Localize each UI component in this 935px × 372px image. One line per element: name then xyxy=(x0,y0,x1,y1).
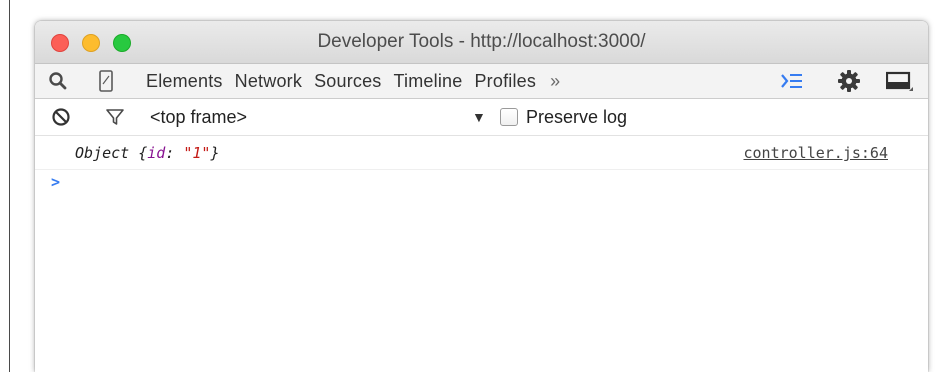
devtools-window: Developer Tools - http://localhost:3000/… xyxy=(35,21,928,372)
object-prefix: Object { xyxy=(75,144,148,162)
console-panel: Object {id: "1"} controller.js:64 > xyxy=(35,136,928,200)
execution-context-select[interactable]: <top frame> xyxy=(150,107,247,128)
clear-console-icon[interactable] xyxy=(51,99,71,135)
more-tabs-button[interactable]: » xyxy=(542,71,560,92)
console-message-row: Object {id: "1"} controller.js:64 xyxy=(35,136,928,170)
tab-timeline[interactable]: Timeline xyxy=(388,71,469,92)
object-suffix: } xyxy=(210,144,220,162)
main-toolbar: Elements Network Sources Timeline Profil… xyxy=(35,64,928,99)
filter-icon[interactable] xyxy=(105,99,125,135)
tab-elements[interactable]: Elements xyxy=(140,71,229,92)
console-toolbar: <top frame> ▼ Preserve log xyxy=(35,99,928,136)
console-input[interactable] xyxy=(75,172,859,196)
screenshot-canvas: Developer Tools - http://localhost:3000/… xyxy=(0,0,935,372)
tab-network[interactable]: Network xyxy=(229,71,308,92)
console-drawer-icon[interactable] xyxy=(779,64,805,98)
settings-gear-icon[interactable] xyxy=(835,64,863,98)
preserve-log-checkbox[interactable] xyxy=(500,108,518,126)
source-link[interactable]: controller.js:64 xyxy=(744,144,889,162)
device-mode-icon[interactable] xyxy=(95,64,117,98)
chevron-down-icon[interactable]: ▼ xyxy=(472,109,486,125)
console-message[interactable]: Object {id: "1"} xyxy=(75,144,220,162)
prompt-chevron-icon: > xyxy=(51,173,61,191)
preserve-log-label[interactable]: Preserve log xyxy=(526,107,627,128)
object-separator: : xyxy=(165,144,184,162)
background-edge-line xyxy=(9,0,10,372)
window-title: Developer Tools - http://localhost:3000/ xyxy=(317,31,646,52)
object-property-value: "1" xyxy=(183,144,211,162)
object-property-name: id xyxy=(147,144,166,162)
window-titlebar[interactable]: Developer Tools - http://localhost:3000/ xyxy=(35,21,928,64)
console-prompt: > xyxy=(35,170,928,200)
panel-tabs: Elements Network Sources Timeline Profil… xyxy=(140,64,560,98)
tab-profiles[interactable]: Profiles xyxy=(468,71,542,92)
tab-sources[interactable]: Sources xyxy=(308,71,387,92)
search-icon[interactable] xyxy=(45,64,71,98)
dock-side-icon[interactable] xyxy=(885,64,915,98)
